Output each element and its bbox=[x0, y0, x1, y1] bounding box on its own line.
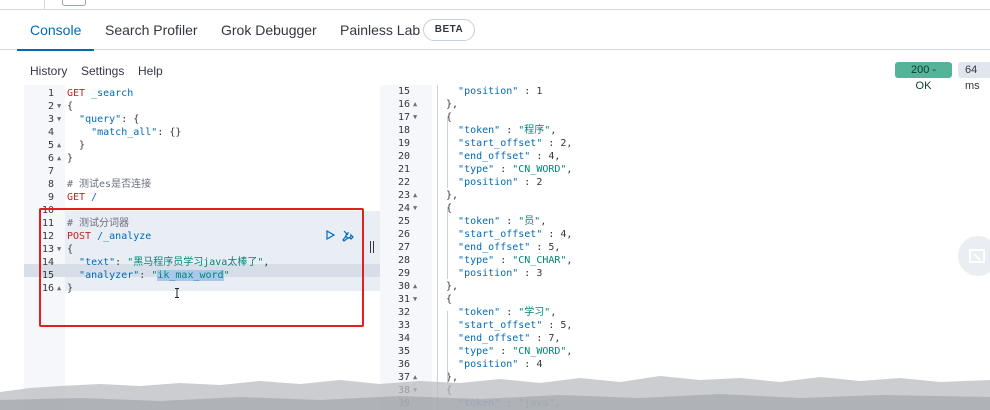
response-line-number: 39 bbox=[397, 398, 410, 409]
fold-up-icon[interactable]: ▲ bbox=[57, 139, 61, 152]
response-code-line: "position" : 2 bbox=[458, 177, 543, 188]
request-code-line[interactable]: "query": { bbox=[67, 113, 139, 126]
response-line-number: 30 bbox=[397, 281, 410, 292]
text-cursor-icon bbox=[174, 283, 180, 298]
response-code-line: "token" : "程序", bbox=[458, 125, 557, 136]
response-line-number: 36 bbox=[397, 359, 410, 370]
response-line-number: 21 bbox=[397, 164, 410, 175]
request-code-line[interactable]: # 测试es是否连接 bbox=[67, 178, 151, 191]
floating-action-icon[interactable] bbox=[958, 236, 990, 276]
response-line-number: 19 bbox=[397, 138, 410, 149]
request-line-number: 3 bbox=[47, 114, 54, 125]
response-code-line: "token" : "员", bbox=[458, 216, 547, 227]
response-line-number: 37 bbox=[397, 372, 410, 383]
response-code-line: }, bbox=[446, 190, 459, 201]
response-line-number: 26 bbox=[397, 229, 410, 240]
indent-guide bbox=[437, 85, 438, 410]
response-code-line: "start_offset" : 4, bbox=[458, 229, 573, 240]
fold-up-icon[interactable]: ▲ bbox=[413, 371, 417, 384]
response-time-badge: 64 ms bbox=[958, 62, 990, 92]
tab-painless-lab[interactable]: Painless Lab bbox=[340, 10, 420, 50]
response-line-number: 27 bbox=[397, 242, 410, 253]
request-code-line[interactable]: "match_all": {} bbox=[67, 126, 181, 139]
response-line-number: 35 bbox=[397, 346, 410, 357]
request-line-number: 1 bbox=[47, 88, 54, 99]
app-menu-icon[interactable] bbox=[62, 0, 86, 6]
request-code-line[interactable]: GET / bbox=[67, 191, 97, 204]
response-code-line: "end_offset" : 5, bbox=[458, 242, 561, 253]
request-code-line[interactable]: GET _search bbox=[67, 87, 133, 100]
response-line-number: 28 bbox=[397, 255, 410, 266]
response-code-line: "end_offset" : 7, bbox=[458, 333, 561, 344]
request-line-number: 8 bbox=[47, 179, 54, 190]
beta-badge: BETA bbox=[423, 19, 475, 41]
response-line-number: 29 bbox=[397, 268, 410, 279]
response-line-number: 16 bbox=[397, 99, 410, 110]
response-viewer[interactable]: 15 "position" : 1 16 ▲}, 17 ▼{18 "token" : "… bbox=[380, 85, 990, 410]
fold-up-icon[interactable]: ▲ bbox=[413, 98, 417, 111]
indent-guide bbox=[447, 311, 448, 383]
response-code-line: { bbox=[446, 385, 453, 396]
fold-down-icon[interactable]: ▼ bbox=[413, 202, 417, 215]
fold-down-icon[interactable]: ▼ bbox=[413, 293, 417, 306]
request-line-number: 7 bbox=[47, 166, 54, 177]
response-line-number: 15 bbox=[397, 86, 410, 97]
tab-search-profiler[interactable]: Search Profiler bbox=[105, 10, 198, 50]
response-line-number: 38 bbox=[397, 385, 410, 396]
response-line-number: 20 bbox=[397, 151, 410, 162]
fold-up-icon[interactable]: ▲ bbox=[413, 280, 417, 293]
response-code-line: "type" : "CN_WORD", bbox=[458, 164, 573, 175]
fold-down-icon[interactable]: ▼ bbox=[413, 111, 417, 124]
fold-down-icon[interactable]: ▼ bbox=[413, 384, 417, 397]
response-line-number: 17 bbox=[397, 112, 410, 123]
request-line-number: 4 bbox=[47, 127, 54, 138]
response-line-number: 22 bbox=[397, 177, 410, 188]
request-line-number: 6 bbox=[47, 153, 54, 164]
annotation-box bbox=[39, 208, 364, 327]
response-code-line: "type" : "CN_CHAR", bbox=[458, 255, 573, 266]
response-line-number: 33 bbox=[397, 320, 410, 331]
response-line-number: 24 bbox=[397, 203, 410, 214]
response-code-line: }, bbox=[446, 281, 459, 292]
response-code-line: "start_offset" : 5, bbox=[458, 320, 573, 331]
response-code-line: "position" : 1 bbox=[458, 86, 543, 97]
response-line-number: 34 bbox=[397, 333, 410, 344]
response-line-number: 23 bbox=[397, 190, 410, 201]
response-code-line: { bbox=[446, 294, 453, 305]
indent-guide bbox=[447, 116, 448, 188]
request-line-number: 5 bbox=[47, 140, 54, 151]
help-menu[interactable]: Help bbox=[138, 64, 163, 78]
response-code-line: "position" : 3 bbox=[458, 268, 543, 279]
request-code-line[interactable]: { bbox=[67, 100, 73, 113]
response-code-line: "type" : "CN_WORD", bbox=[458, 346, 573, 357]
response-line-number: 31 bbox=[397, 294, 410, 305]
fold-up-icon[interactable]: ▲ bbox=[57, 152, 61, 165]
request-code-line[interactable]: } bbox=[67, 139, 85, 152]
response-code-line: "position" : 4 bbox=[458, 359, 543, 370]
status-badge: 200 - OK bbox=[895, 62, 952, 92]
response-code-line: "end_offset" : 4, bbox=[458, 151, 561, 162]
response-code-line: "start_offset" : 2, bbox=[458, 138, 573, 149]
fold-down-icon[interactable]: ▼ bbox=[57, 100, 61, 113]
response-line-number: 32 bbox=[397, 307, 410, 318]
fold-down-icon[interactable]: ▼ bbox=[57, 113, 61, 126]
indent-guide bbox=[447, 207, 448, 279]
response-line-number: 25 bbox=[397, 216, 410, 227]
tab-grok-debugger[interactable]: Grok Debugger bbox=[221, 10, 317, 50]
pane-resize-handle[interactable] bbox=[369, 241, 375, 253]
top-header-strip bbox=[0, 0, 990, 10]
response-line-number: 18 bbox=[397, 125, 410, 136]
history-menu[interactable]: History bbox=[30, 64, 67, 78]
settings-menu[interactable]: Settings bbox=[81, 64, 124, 78]
response-code-line: }, bbox=[446, 99, 459, 110]
tab-console[interactable]: Console bbox=[16, 10, 95, 51]
request-line-number: 9 bbox=[47, 192, 54, 203]
response-code-line: "token" : "学习", bbox=[458, 307, 557, 318]
request-line-number: 2 bbox=[47, 101, 54, 112]
response-code-line: "token" : "java", bbox=[458, 398, 561, 409]
header-divider bbox=[44, 0, 45, 10]
dev-tools-tabs: Console Search Profiler Grok Debugger Pa… bbox=[0, 10, 990, 51]
request-code-line[interactable]: } bbox=[67, 152, 73, 165]
fold-up-icon[interactable]: ▲ bbox=[413, 189, 417, 202]
